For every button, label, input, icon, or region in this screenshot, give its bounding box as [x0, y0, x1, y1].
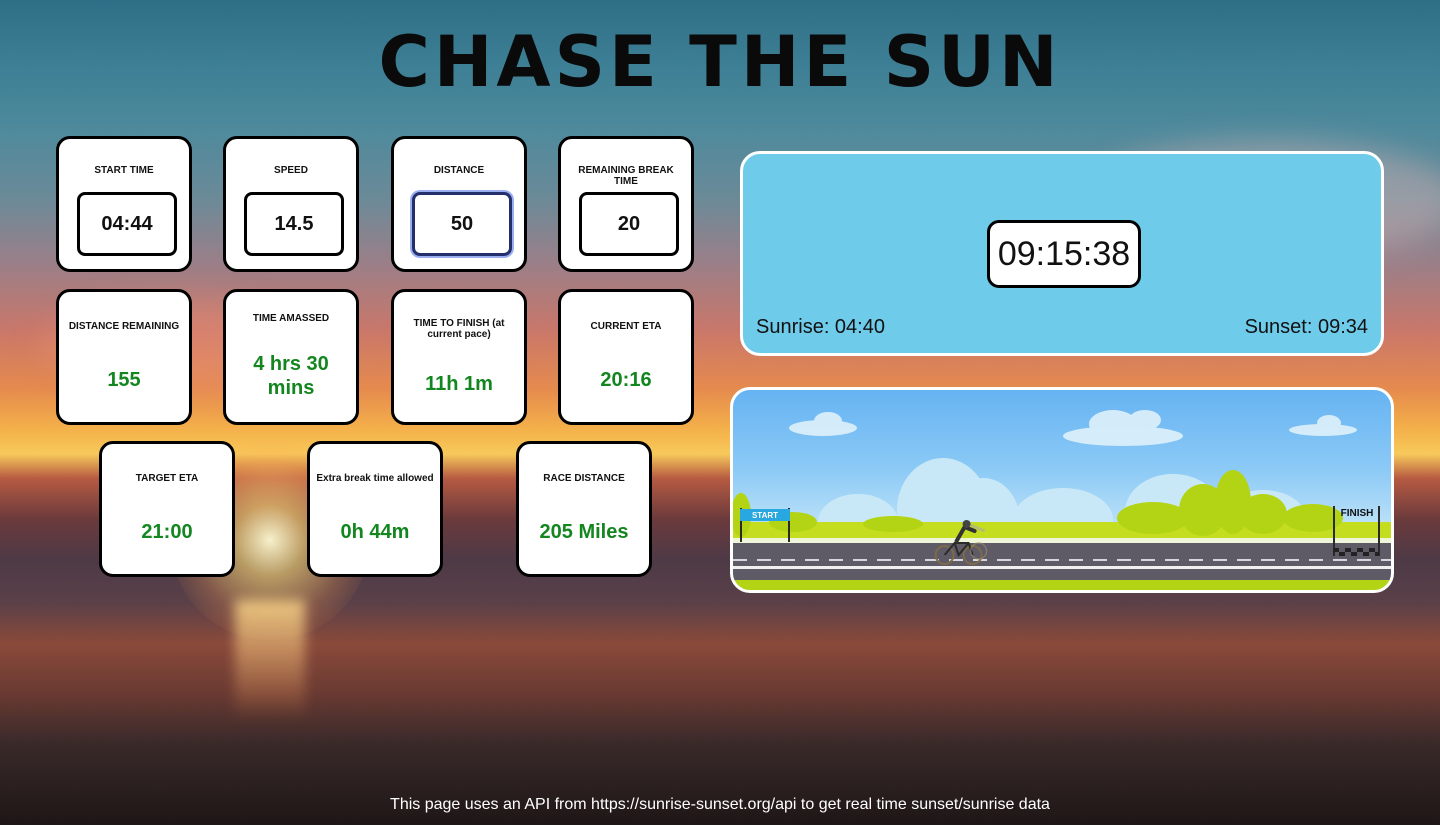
- distance-remaining-value: 155: [107, 369, 141, 391]
- sunrise-time: Sunrise: 04:40: [756, 316, 885, 338]
- target-eta-value: 21:00: [141, 521, 193, 543]
- distance-card: DISTANCE: [391, 136, 527, 272]
- extra-break-label: Extra break time allowed: [316, 473, 434, 484]
- sunset-time: Sunset: 09:34: [1244, 316, 1368, 338]
- current-time-display: 09:15:38: [987, 220, 1141, 288]
- speed-input[interactable]: [244, 192, 344, 256]
- distance-remaining-card: DISTANCE REMAINING 155: [56, 289, 192, 425]
- time-to-finish-label: TIME TO FINISH (at current pace): [413, 318, 505, 340]
- race-progress-scene: START FINISH: [730, 387, 1394, 593]
- time-to-finish-value: 11h 1m: [425, 373, 493, 395]
- extra-break-value: 0h 44m: [340, 521, 410, 543]
- race-distance-card: RACE DISTANCE 205 Miles: [516, 441, 652, 577]
- speed-card: SPEED: [223, 136, 359, 272]
- sun-reflection: [235, 600, 305, 720]
- start-flag-label: START: [752, 511, 778, 520]
- target-eta-card: TARGET ETA 21:00: [99, 441, 235, 577]
- race-scene-art: START FINISH: [733, 410, 1391, 590]
- sun-clock-panel: 09:15:38 Sunrise: 04:40 Sunset: 09:34: [740, 151, 1384, 356]
- remaining-break-input[interactable]: [579, 192, 679, 256]
- start-time-label: START TIME: [94, 165, 154, 176]
- extra-break-card: Extra break time allowed 0h 44m: [307, 441, 443, 577]
- distance-label: DISTANCE: [433, 165, 485, 176]
- race-distance-value: 205 Miles: [539, 521, 629, 543]
- distance-input[interactable]: [412, 192, 512, 256]
- remaining-break-label: REMAINING BREAK TIME: [578, 165, 674, 187]
- race-distance-label: RACE DISTANCE: [543, 473, 625, 484]
- finish-flag-label: FINISH: [1341, 508, 1374, 519]
- current-eta-label: CURRENT ETA: [590, 321, 662, 332]
- time-amassed-label: TIME AMASSED: [252, 313, 330, 324]
- distance-remaining-label: DISTANCE REMAINING: [68, 321, 180, 332]
- target-eta-label: TARGET ETA: [135, 473, 199, 484]
- remaining-break-card: REMAINING BREAK TIME: [558, 136, 694, 272]
- start-time-card: START TIME: [56, 136, 192, 272]
- current-eta-card: CURRENT ETA 20:16: [558, 289, 694, 425]
- time-to-finish-card: TIME TO FINISH (at current pace) 11h 1m: [391, 289, 527, 425]
- time-amassed-value: 4 hrs 30 mins: [253, 353, 329, 399]
- api-credit-footer: This page uses an API from https://sunri…: [390, 796, 1050, 813]
- start-time-input[interactable]: [77, 192, 177, 256]
- page-title: CHASE THE SUN: [378, 21, 1062, 103]
- time-amassed-card: TIME AMASSED 4 hrs 30 mins: [223, 289, 359, 425]
- current-eta-value: 20:16: [600, 369, 652, 391]
- speed-label: SPEED: [274, 165, 308, 176]
